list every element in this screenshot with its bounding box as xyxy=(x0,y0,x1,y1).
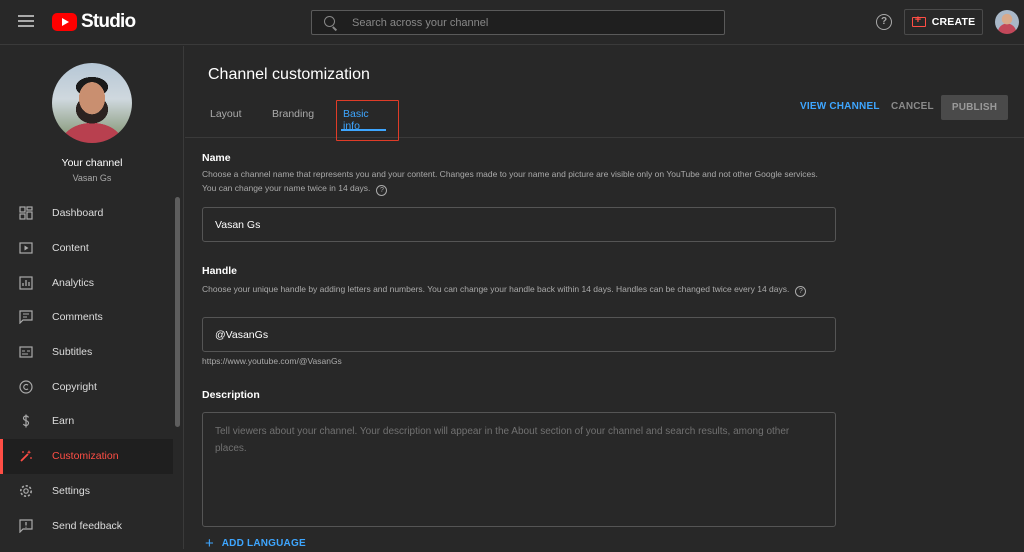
handle-field[interactable] xyxy=(202,317,836,352)
name-label: Name xyxy=(202,152,231,164)
handle-description: Choose your unique handle by adding lett… xyxy=(202,282,832,297)
search-icon[interactable] xyxy=(324,15,338,30)
sidebar-item-label: Comments xyxy=(52,311,103,324)
subtitles-icon xyxy=(19,345,33,359)
sidebar-item-content[interactable]: Content xyxy=(0,231,184,266)
search-bar[interactable] xyxy=(311,10,725,35)
youtube-play-icon xyxy=(52,13,77,31)
studio-logo[interactable]: Studio xyxy=(52,11,136,33)
your-channel-label[interactable]: Your channel xyxy=(0,157,184,169)
create-button[interactable]: CREATE xyxy=(904,9,983,35)
sidebar-item-send-feedback[interactable]: Send feedback xyxy=(0,508,184,543)
description-field[interactable] xyxy=(202,412,836,527)
sidebar: Your channel Vasan Gs Dashboard Content … xyxy=(0,46,184,549)
active-tab-indicator xyxy=(341,129,386,131)
handle-label: Handle xyxy=(202,265,238,277)
cancel-button[interactable]: CANCEL xyxy=(891,101,934,112)
sidebar-item-label: Copyright xyxy=(52,380,97,393)
create-label: CREATE xyxy=(931,16,976,28)
sidebar-item-label: Customization xyxy=(52,450,119,463)
feedback-icon xyxy=(19,518,33,533)
handle-input[interactable] xyxy=(215,328,815,341)
sidebar-item-copyright[interactable]: Copyright xyxy=(0,369,184,404)
account-avatar[interactable] xyxy=(995,10,1019,34)
add-language-button[interactable]: + ADD LANGUAGE xyxy=(205,534,306,552)
sidebar-item-comments[interactable]: Comments xyxy=(0,300,184,335)
name-description-text: Choose a channel name that represents yo… xyxy=(202,169,818,193)
comments-icon xyxy=(19,310,33,325)
top-bar: Studio ? CREATE xyxy=(0,0,1024,45)
analytics-icon xyxy=(19,276,33,290)
name-description: Choose a channel name that represents yo… xyxy=(202,167,832,196)
sidebar-item-label: Settings xyxy=(52,484,90,497)
sidebar-scrollbar[interactable] xyxy=(175,197,180,427)
description-input[interactable] xyxy=(215,423,815,513)
sidebar-item-label: Send feedback xyxy=(52,519,123,532)
content-icon xyxy=(19,241,33,255)
customization-icon xyxy=(19,449,33,463)
publish-button[interactable]: PUBLISH xyxy=(941,95,1008,120)
handle-url: https://www.youtube.com/@VasanGs xyxy=(202,356,342,366)
settings-icon xyxy=(19,484,33,498)
add-language-label: ADD LANGUAGE xyxy=(221,538,306,549)
tabs-divider xyxy=(185,137,1024,138)
sidebar-item-label: Content xyxy=(52,242,89,255)
channel-name: Vasan Gs xyxy=(72,173,112,183)
main-content: Channel customization Layout Branding Ba… xyxy=(185,46,1024,552)
help-icon[interactable]: ? xyxy=(876,14,892,30)
view-channel-button[interactable]: VIEW CHANNEL xyxy=(800,101,880,112)
channel-avatar[interactable] xyxy=(52,63,132,143)
copyright-icon xyxy=(19,380,33,394)
sidebar-item-settings[interactable]: Settings xyxy=(0,474,184,509)
sidebar-item-dashboard[interactable]: Dashboard xyxy=(0,196,184,231)
sidebar-item-label: Subtitles xyxy=(52,346,93,359)
logo-text: Studio xyxy=(81,11,136,32)
description-label: Description xyxy=(202,389,260,401)
sidebar-item-customization[interactable]: Customization xyxy=(0,438,173,474)
name-help-icon[interactable]: ? xyxy=(376,185,388,196)
sidebar-item-earn[interactable]: Earn xyxy=(0,404,184,439)
sidebar-item-label: Dashboard xyxy=(52,207,104,220)
handle-description-text: Choose your unique handle by adding lett… xyxy=(202,284,790,294)
sidebar-item-analytics[interactable]: Analytics xyxy=(0,265,184,300)
create-video-icon xyxy=(911,14,926,27)
sidebar-item-subtitles[interactable]: Subtitles xyxy=(0,335,184,370)
plus-icon: + xyxy=(205,534,214,552)
sidebar-item-label: Earn xyxy=(52,415,75,428)
handle-help-icon[interactable]: ? xyxy=(795,286,807,297)
earn-icon xyxy=(19,414,33,428)
tab-branding[interactable]: Branding xyxy=(272,108,314,132)
menu-icon[interactable] xyxy=(18,14,34,28)
sidebar-nav: Dashboard Content Analytics Comments Sub… xyxy=(0,196,184,543)
search-input[interactable] xyxy=(352,16,712,29)
tab-layout[interactable]: Layout xyxy=(210,108,242,132)
sidebar-item-label: Analytics xyxy=(52,276,95,289)
page-title: Channel customization xyxy=(208,66,370,83)
name-input[interactable] xyxy=(215,218,815,231)
dashboard-icon xyxy=(19,206,33,220)
name-field[interactable] xyxy=(202,207,836,242)
